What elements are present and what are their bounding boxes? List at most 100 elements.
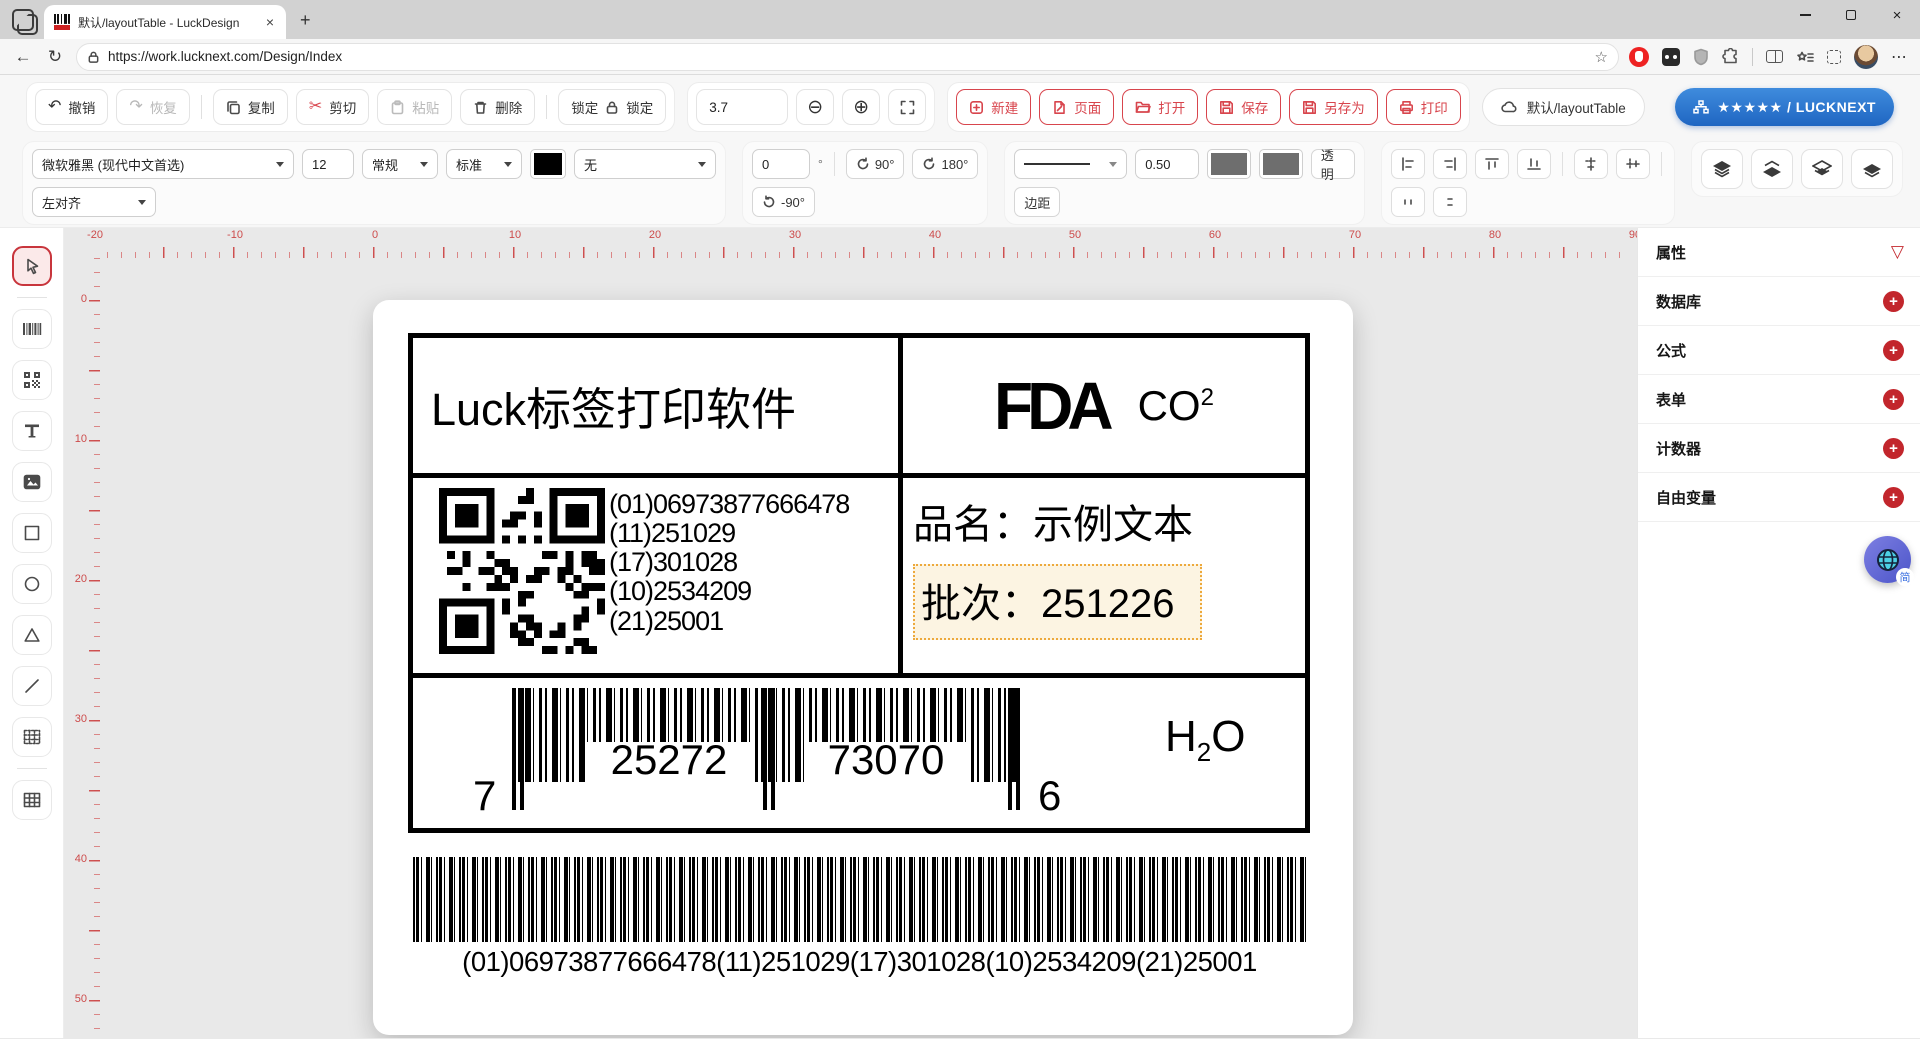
font-family-select[interactable]: 微软雅黑 (现代中文首选): [32, 149, 294, 179]
line-width-input[interactable]: 0.50: [1135, 149, 1199, 179]
save-as-button[interactable]: 另存为: [1289, 89, 1378, 125]
table-tool[interactable]: [12, 780, 52, 820]
product-name-text[interactable]: 品名：示例文本: [913, 492, 1291, 550]
batch-text-selected[interactable]: 批次：251226: [913, 564, 1202, 640]
workspaces-icon[interactable]: [12, 9, 34, 31]
minimize-button[interactable]: [1782, 0, 1828, 30]
triangle-tool[interactable]: [12, 615, 52, 655]
label-canvas[interactable]: Luck标签打印软件 FDA CO2 (01)06973877666478: [373, 300, 1353, 1035]
align-left-button[interactable]: [1391, 149, 1425, 179]
panel-row-formula[interactable]: 公式 +: [1638, 326, 1920, 375]
margin-button[interactable]: 边距: [1014, 187, 1060, 217]
save-button[interactable]: 保存: [1206, 89, 1281, 125]
upc-barcode-cell[interactable]: 25272 73070 7 6 H2O: [413, 678, 1305, 828]
gs1-128-barcode[interactable]: [413, 857, 1306, 942]
add-database-button[interactable]: +: [1883, 291, 1904, 312]
co2-text[interactable]: CO2: [1138, 382, 1214, 430]
split-screen-icon[interactable]: [1766, 50, 1783, 63]
font-style-select[interactable]: 标准: [446, 149, 522, 179]
align-bottom-button[interactable]: [1517, 149, 1551, 179]
cut-button[interactable]: ✂ 剪切: [296, 89, 369, 125]
bring-to-front-button[interactable]: [1701, 149, 1743, 189]
copy-button[interactable]: 复制: [213, 89, 288, 125]
fda-cell[interactable]: FDA CO2: [903, 338, 1305, 473]
refresh-icon[interactable]: ↻: [44, 47, 66, 67]
panel-row-counter[interactable]: 计数器 +: [1638, 424, 1920, 473]
grid-tool[interactable]: [12, 717, 52, 757]
line-tool[interactable]: [12, 666, 52, 706]
add-counter-button[interactable]: +: [1883, 438, 1904, 459]
bookmark-star-icon[interactable]: ☆: [1595, 48, 1608, 66]
open-button[interactable]: 打开: [1122, 89, 1198, 125]
browser-tab[interactable]: 默认/layoutTable - LuckDesign ×: [44, 5, 286, 39]
panel-row-form[interactable]: 表单 +: [1638, 375, 1920, 424]
distribute-v-button[interactable]: [1433, 187, 1467, 217]
align-vcenter-button[interactable]: [1616, 149, 1650, 179]
info-cell[interactable]: 品名：示例文本 批次：251226: [903, 478, 1305, 673]
select-tool[interactable]: [12, 246, 52, 286]
distribute-h-button[interactable]: [1391, 187, 1425, 217]
bring-forward-button[interactable]: [1801, 149, 1843, 189]
send-to-back-button[interactable]: [1751, 149, 1793, 189]
fill-color-swatch[interactable]: [1259, 149, 1303, 179]
label-title-text[interactable]: Luck标签打印软件: [431, 373, 796, 438]
panel-row-properties[interactable]: 属性 ▽: [1638, 228, 1920, 277]
translate-widget-button[interactable]: 简: [1864, 536, 1911, 583]
align-hcenter-button[interactable]: [1574, 149, 1608, 179]
align-right-button[interactable]: [1433, 149, 1467, 179]
panel-row-free-variable[interactable]: 自由变量 +: [1638, 473, 1920, 522]
extensions-puzzle-icon[interactable]: [1722, 48, 1739, 65]
h2o-text[interactable]: H2O: [1165, 712, 1245, 768]
font-weight-select[interactable]: 常规: [362, 149, 438, 179]
page-button[interactable]: 页面: [1039, 89, 1114, 125]
browser-menu-icon[interactable]: ⋯: [1891, 47, 1908, 67]
text-align-select[interactable]: 左对齐: [32, 187, 156, 217]
gs1-barcode-text[interactable]: (01)06973877666478(11)251029(17)301028(1…: [393, 946, 1326, 978]
rotate-90-button[interactable]: 90°: [846, 149, 905, 179]
qr-code[interactable]: [439, 488, 605, 673]
zoom-scale-input[interactable]: 3.7: [696, 89, 788, 125]
undo-button[interactable]: ↶ 撤销: [35, 89, 108, 125]
new-button[interactable]: 新建: [956, 89, 1031, 125]
align-top-button[interactable]: [1475, 149, 1509, 179]
add-formula-button[interactable]: +: [1883, 340, 1904, 361]
brand-button[interactable]: ★★★★★ / LUCKNEXT: [1675, 88, 1894, 126]
font-size-input[interactable]: 12: [302, 149, 354, 179]
redo-button[interactable]: ↷ 恢复: [116, 89, 189, 125]
zoom-out-button[interactable]: ⊖: [796, 89, 834, 125]
add-free-variable-button[interactable]: +: [1883, 487, 1904, 508]
lock-button-group[interactable]: 锁定 锁定: [558, 89, 666, 125]
rotate-180-button[interactable]: 180°: [912, 149, 978, 179]
label-table[interactable]: Luck标签打印软件 FDA CO2 (01)06973877666478: [408, 333, 1310, 833]
maximize-button[interactable]: [1828, 0, 1874, 30]
new-tab-button[interactable]: +: [300, 10, 311, 31]
print-button[interactable]: 打印: [1386, 89, 1461, 125]
url-text[interactable]: https://work.lucknext.com/Design/Index: [108, 49, 1587, 64]
ellipse-tool[interactable]: [12, 564, 52, 604]
add-form-button[interactable]: +: [1883, 389, 1904, 410]
stroke-color-swatch[interactable]: [1207, 149, 1251, 179]
back-icon[interactable]: ←: [12, 47, 34, 67]
line-style-select[interactable]: [1014, 149, 1127, 179]
fda-logo[interactable]: FDA: [994, 367, 1108, 445]
qr-data-text[interactable]: (01)06973877666478 (11)251029 (17)301028…: [605, 488, 849, 673]
shield-icon[interactable]: [1693, 48, 1709, 66]
fill-select[interactable]: 无: [574, 149, 716, 179]
canvas-workspace[interactable]: -20 -10 0 10 20 30 40 50 60 70 80 90 0 1…: [64, 228, 1637, 1038]
rotate-neg90-button[interactable]: -90°: [752, 187, 815, 217]
screenshot-icon[interactable]: [1827, 50, 1841, 64]
zoom-in-button[interactable]: ⊕: [842, 89, 880, 125]
fit-screen-button[interactable]: [888, 89, 926, 125]
barcode-tool[interactable]: [12, 309, 52, 349]
rotation-input[interactable]: 0: [752, 149, 810, 179]
label-title-cell[interactable]: Luck标签打印软件: [413, 338, 903, 473]
favorites-bar-icon[interactable]: [1796, 49, 1814, 65]
panel-row-database[interactable]: 数据库 +: [1638, 277, 1920, 326]
delete-button[interactable]: 删除: [460, 89, 535, 125]
qrcode-tool[interactable]: [12, 360, 52, 400]
tab-close-icon[interactable]: ×: [262, 14, 278, 30]
text-tool[interactable]: [12, 411, 52, 451]
send-backward-button[interactable]: [1851, 149, 1893, 189]
image-tool[interactable]: [12, 462, 52, 502]
close-window-button[interactable]: ×: [1874, 0, 1920, 30]
